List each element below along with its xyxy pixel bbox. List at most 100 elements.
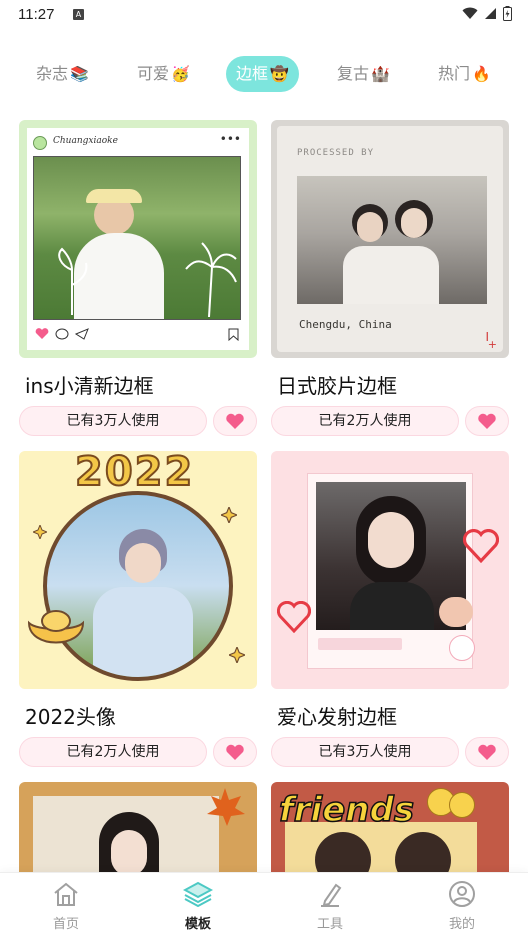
sticker-strip	[318, 638, 402, 650]
notification-a-icon: A	[73, 9, 84, 20]
heart-icon	[35, 328, 49, 339]
friends-text: friends	[278, 789, 415, 831]
hat-shape	[86, 189, 142, 203]
photo	[33, 156, 241, 320]
heart-icon	[226, 413, 244, 429]
hair-shape	[395, 832, 451, 874]
comment-icon	[55, 328, 69, 340]
nav-label: 工具	[316, 917, 343, 932]
tab-retro[interactable]: 复古 🏰	[337, 56, 390, 92]
wifi-icon	[462, 7, 478, 19]
home-icon	[54, 882, 78, 906]
heart-icon	[277, 601, 311, 633]
face-shape	[111, 830, 147, 874]
template-thumbnail[interactable]: Chuangxiaoke •••	[19, 120, 257, 358]
tab-hot[interactable]: 热门 🔥	[438, 56, 491, 92]
castle-icon: 🏰	[371, 65, 390, 83]
frame-brand: Chuangxiaoke	[53, 136, 118, 146]
photo	[297, 176, 487, 304]
nav-profile[interactable]: 我的	[422, 881, 502, 932]
bookmark-icon	[228, 328, 239, 341]
face-shape	[368, 512, 414, 568]
nav-templates[interactable]: 模板	[158, 881, 238, 932]
tab-cute[interactable]: 可爱 🥳	[137, 56, 190, 92]
photo-frame	[33, 796, 219, 874]
heart-icon	[478, 413, 496, 429]
top-shape	[350, 582, 434, 630]
category-tabs: 杂志 📚 可爱 🥳 边框 🤠 复古 🏰 热门 🔥	[0, 56, 528, 96]
face-shape	[125, 543, 161, 583]
nav-home[interactable]: 首页	[26, 881, 106, 932]
card-title: 2022头像	[25, 705, 116, 729]
palm-doodle-icon	[185, 242, 237, 317]
tab-label: 热门	[438, 64, 471, 83]
frame-caption-top: PROCESSED BY	[297, 148, 375, 158]
cowboy-face-icon: 🤠	[270, 65, 289, 83]
tab-label: 边框	[236, 64, 269, 83]
bottom-nav: 首页 模板 工具 我的	[0, 872, 528, 940]
bear-sticker-icon	[439, 597, 473, 627]
polaroid-frame: PROCESSED BY Chengdu, China I +	[277, 126, 503, 352]
post-actions	[35, 328, 89, 340]
bunny-sticker-icon	[449, 635, 475, 661]
tab-magazine[interactable]: 杂志 📚	[36, 56, 89, 92]
user-icon	[449, 881, 475, 907]
nav-label: 我的	[448, 917, 475, 932]
smiley-icon	[449, 792, 475, 818]
nav-label: 首页	[52, 917, 79, 932]
face-shape	[357, 212, 383, 242]
template-thumbnail[interactable]	[19, 782, 257, 874]
tab-frame[interactable]: 边框 🤠	[226, 56, 299, 92]
polaroid-frame	[307, 473, 473, 669]
layers-icon	[182, 881, 214, 908]
books-icon: 📚	[70, 65, 89, 83]
status-time: 11:27	[18, 6, 55, 23]
year-text: 2022	[74, 451, 195, 496]
more-icon: •••	[219, 132, 241, 146]
tab-label: 可爱	[137, 64, 170, 83]
frame-caption-bottom: Chengdu, China	[299, 318, 392, 331]
battery-icon	[503, 6, 512, 21]
send-icon	[75, 328, 89, 340]
sparkle-icon	[221, 507, 237, 523]
like-button[interactable]	[465, 737, 509, 767]
usage-count: 已有3万人使用	[19, 406, 207, 436]
nav-label: 模板	[184, 917, 211, 932]
card-title: 爱心发射边框	[277, 705, 397, 729]
pen-icon	[321, 883, 342, 907]
template-thumbnail[interactable]: PROCESSED BY Chengdu, China I +	[271, 120, 509, 358]
usage-count: 已有2万人使用	[271, 406, 459, 436]
heart-icon	[478, 744, 496, 760]
tab-label: 复古	[337, 64, 370, 83]
template-thumbnail[interactable]: friends	[271, 782, 509, 874]
plant-doodle-icon	[58, 247, 88, 315]
like-button[interactable]	[465, 406, 509, 436]
fire-icon: 🔥	[472, 65, 491, 83]
ins-post-frame: Chuangxiaoke •••	[27, 128, 249, 350]
system-icons	[462, 6, 512, 21]
avatar	[33, 136, 47, 150]
heart-icon	[463, 529, 499, 563]
status-bar: 11:27 A	[0, 0, 528, 30]
party-face-icon: 🥳	[171, 65, 190, 83]
template-thumbnail[interactable]	[271, 451, 509, 689]
plus-icon: +	[487, 338, 497, 351]
gold-ingot-icon	[27, 610, 85, 644]
tab-label: 杂志	[36, 64, 69, 83]
card-title: 日式胶片边框	[277, 374, 397, 398]
sparkle-icon	[229, 647, 245, 663]
hair-shape	[315, 832, 371, 874]
like-button[interactable]	[213, 737, 257, 767]
nav-tools[interactable]: 工具	[290, 881, 370, 932]
jacket-shape	[93, 587, 193, 677]
card-title: ins小清新边框	[25, 374, 154, 398]
sparkle-icon	[33, 525, 47, 539]
heart-icon	[226, 744, 244, 760]
usage-count: 已有3万人使用	[271, 737, 459, 767]
maple-leaf-icon	[207, 788, 245, 826]
shirt-shape	[343, 246, 439, 304]
like-button[interactable]	[213, 406, 257, 436]
template-thumbnail[interactable]: 2022	[19, 451, 257, 689]
usage-count: 已有2万人使用	[19, 737, 207, 767]
face-shape	[401, 208, 427, 238]
